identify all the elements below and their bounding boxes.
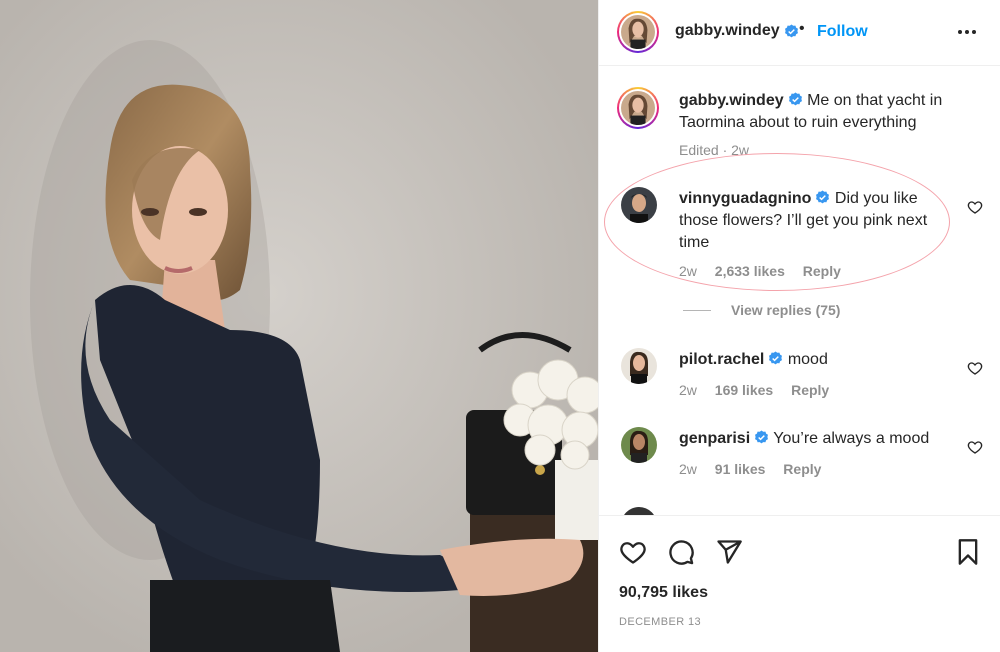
comment-text: vinnyguadagnino Did you like those flowe…: [679, 188, 954, 254]
author-avatar-caption[interactable]: [617, 87, 659, 129]
comment-meta: 2w 91 likes Reply: [679, 461, 835, 477]
follow-button[interactable]: Follow: [817, 23, 868, 41]
comment-icon[interactable]: [667, 538, 695, 566]
comments-list[interactable]: gabby.windey Me on that yacht in Taormin…: [599, 67, 1000, 515]
reply-button[interactable]: Reply: [803, 263, 841, 279]
post-actions: 90,795 likes DECEMBER 13: [599, 515, 1000, 652]
commenter-username[interactable]: genparisi: [679, 430, 750, 447]
post-header: gabby.windey • Follow: [599, 0, 1000, 66]
commenter-avatar[interactable]: [621, 427, 657, 463]
comment-meta: 2w 2,633 likes Reply: [679, 263, 855, 279]
commenter-username[interactable]: vinnyguadagnino: [679, 190, 811, 207]
commenter-avatar-partial: [621, 507, 657, 515]
reply-button[interactable]: Reply: [791, 382, 829, 398]
like-comment-heart-icon[interactable]: [967, 439, 983, 455]
author-username[interactable]: gabby.windey: [675, 22, 780, 40]
post-photo[interactable]: [0, 0, 598, 652]
caption-text: gabby.windey Me on that yacht in Taormin…: [679, 90, 954, 134]
verified-badge-icon: [815, 190, 830, 205]
caption-meta: Edited · 2w: [679, 142, 750, 158]
heart-icon[interactable]: [619, 538, 647, 566]
comment-meta: 2w 169 likes Reply: [679, 382, 843, 398]
comment-text: pilot.rachel mood: [679, 349, 954, 371]
reply-button[interactable]: Reply: [783, 461, 821, 477]
comment-time: 2w: [679, 382, 697, 398]
like-comment-heart-icon[interactable]: [967, 360, 983, 376]
share-icon[interactable]: [715, 538, 743, 566]
comment-likes[interactable]: 2,633 likes: [715, 263, 785, 279]
comment-likes[interactable]: 91 likes: [715, 461, 766, 477]
commenter-username[interactable]: pilot.rachel: [679, 351, 764, 368]
post-date: DECEMBER 13: [619, 616, 702, 628]
view-replies-button[interactable]: View replies (75): [683, 302, 840, 318]
separator-dot: •: [799, 20, 805, 37]
bookmark-icon[interactable]: [954, 538, 982, 566]
comment-text: genparisi You’re always a mood: [679, 428, 954, 450]
comment-likes[interactable]: 169 likes: [715, 382, 773, 398]
comment-time: 2w: [679, 263, 697, 279]
commenter-avatar[interactable]: [621, 187, 657, 223]
post-likes-count[interactable]: 90,795 likes: [619, 584, 708, 602]
verified-badge-icon: [754, 430, 769, 445]
comment-body: You’re always a mood: [773, 430, 930, 447]
author-avatar[interactable]: [617, 11, 659, 53]
commenter-avatar[interactable]: [621, 348, 657, 384]
like-comment-heart-icon[interactable]: [967, 199, 983, 215]
comment-body: mood: [787, 351, 828, 368]
comment-time: 2w: [679, 461, 697, 477]
verified-badge-icon: [784, 24, 799, 39]
post-panel: gabby.windey • Follow gabby.windey Me on…: [598, 0, 1000, 652]
verified-badge-icon: [788, 92, 803, 107]
caption-username[interactable]: gabby.windey: [679, 92, 784, 109]
woman-portrait-image: [0, 0, 598, 652]
verified-badge-icon: [768, 351, 783, 366]
more-options-icon[interactable]: [955, 20, 979, 44]
